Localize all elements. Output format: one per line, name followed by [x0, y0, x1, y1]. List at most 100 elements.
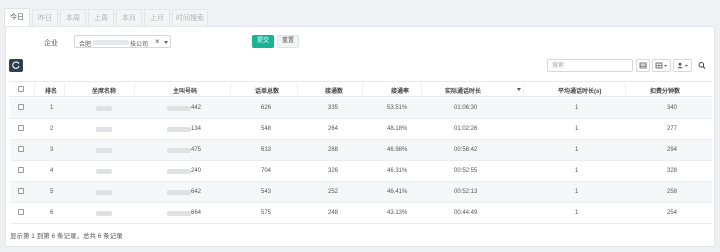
cell-connected: 252 [328, 189, 339, 195]
column-divider [421, 83, 422, 95]
main-panel: 企业 合肥 技公司 × 提交 重置 搜索 排名 坐席名称 主叫号码 话单总数 接… [5, 26, 715, 247]
cell-connected: 264 [328, 126, 339, 132]
cell-seat-redacted [96, 106, 112, 111]
chevron-down-icon[interactable] [164, 41, 168, 44]
cell-billing: 258 [667, 189, 678, 195]
columns-button[interactable] [652, 59, 671, 72]
cell-total: 626 [261, 105, 272, 111]
cell-caller-tail: 642 [191, 189, 202, 195]
tab-last-month[interactable]: 上月 [144, 9, 170, 26]
clear-icon[interactable]: × [155, 37, 160, 46]
cell-caller-redacted [167, 148, 191, 153]
cell-rank: 4 [50, 168, 54, 174]
table-row[interactable]: 2 134 548 264 48.18% 01:02:26 1 277 [10, 119, 712, 140]
refresh-icon [12, 61, 20, 69]
cell-caller-tail: 442 [191, 105, 202, 111]
cell-duration: 01:02:26 [454, 126, 478, 132]
header-billing-minutes[interactable]: 扣费分钟数 [650, 86, 680, 95]
table-row[interactable]: 4 240 704 326 46.31% 00:52:55 1 328 [10, 161, 712, 182]
refresh-button[interactable] [9, 59, 23, 72]
row-checkbox[interactable] [18, 104, 24, 110]
cell-total: 613 [261, 147, 272, 153]
company-value-prefix: 合肥 [79, 42, 92, 48]
row-checkbox[interactable] [18, 125, 24, 131]
cell-billing: 277 [667, 126, 678, 132]
table-row[interactable]: 6 664 575 248 43.13% 00:44:49 1 254 [10, 203, 712, 224]
header-avg-duration[interactable]: 平均通话时长(s) [558, 86, 601, 95]
tab-bar: 今日 昨日 本周 上周 本月 上月 时间搜索 [0, 0, 720, 26]
columns-icon [655, 62, 667, 69]
table-row[interactable]: 5 642 543 252 46.41% 00:52:13 1 258 [10, 182, 712, 203]
cell-duration: 01:06:30 [454, 105, 478, 111]
row-checkbox[interactable] [18, 167, 24, 173]
cell-total: 548 [261, 126, 272, 132]
header-caller-number[interactable]: 主叫号码 [173, 86, 197, 95]
row-checkbox[interactable] [18, 146, 24, 152]
cell-caller-redacted [167, 169, 191, 174]
cell-avg: 1 [575, 105, 579, 111]
export-button[interactable] [673, 59, 692, 72]
select-all-checkbox[interactable] [18, 86, 24, 92]
cell-connected: 288 [328, 147, 339, 153]
tab-this-week[interactable]: 本周 [60, 9, 86, 26]
cell-rank: 3 [50, 147, 54, 153]
row-checkbox[interactable] [18, 209, 24, 215]
cell-rank: 6 [50, 210, 54, 216]
cell-total: 543 [261, 189, 272, 195]
header-seat-name[interactable]: 坐席名称 [92, 86, 116, 95]
cell-caller-tail: 664 [191, 210, 202, 216]
row-checkbox[interactable] [18, 188, 24, 194]
list-view-icon [639, 62, 647, 69]
export-icon [677, 62, 688, 69]
table-header: 排名 坐席名称 主叫号码 话单总数 接通数 接通率 实际通话时长 平均通话时长(… [10, 81, 712, 97]
cell-caller-redacted [167, 106, 191, 111]
column-divider [362, 83, 363, 95]
reset-button[interactable]: 重置 [277, 35, 299, 48]
cell-rate: 46.31% [387, 168, 408, 174]
tab-last-week[interactable]: 上周 [88, 9, 114, 26]
company-label: 企业 [44, 40, 58, 47]
company-select[interactable]: 合肥 技公司 × [74, 35, 171, 48]
tab-time-search[interactable]: 时间搜索 [172, 9, 208, 26]
cell-avg: 1 [575, 189, 579, 195]
cell-seat-redacted [96, 127, 112, 132]
cell-duration: 00:52:55 [454, 168, 478, 174]
cell-total: 704 [261, 168, 272, 174]
cell-duration: 00:52:13 [454, 189, 478, 195]
tab-yesterday[interactable]: 昨日 [32, 9, 58, 26]
cell-seat-redacted [96, 148, 112, 153]
search-input[interactable] [547, 59, 633, 72]
cell-rate: 53.51% [387, 105, 408, 111]
list-view-button[interactable] [636, 59, 650, 72]
company-value-redacted [93, 40, 129, 45]
cell-connected: 335 [328, 105, 339, 111]
tab-today[interactable]: 今日 [4, 8, 30, 26]
cell-rank: 2 [50, 126, 54, 132]
cell-rate: 43.13% [387, 210, 408, 216]
header-connect-rate[interactable]: 接通率 [391, 86, 409, 95]
table-row[interactable]: 3 475 613 288 46.98% 00:56:42 1 294 [10, 140, 712, 161]
header-actual-duration[interactable]: 实际通话时长 [445, 86, 481, 95]
cell-rate: 46.41% [387, 189, 408, 195]
cell-rank: 1 [50, 105, 54, 111]
cell-caller-tail: 240 [191, 168, 202, 174]
cell-billing: 294 [667, 147, 678, 153]
cell-avg: 1 [575, 168, 579, 174]
column-divider [134, 83, 135, 95]
submit-button[interactable]: 提交 [252, 35, 274, 48]
cell-seat-redacted [96, 169, 112, 174]
column-divider [230, 83, 231, 95]
search-button[interactable] [695, 59, 709, 72]
cell-caller-tail: 475 [191, 147, 202, 153]
header-total-calls[interactable]: 话单总数 [255, 86, 279, 95]
cell-total: 575 [261, 210, 272, 216]
sort-down-icon[interactable] [517, 88, 521, 91]
cell-caller-tail: 134 [191, 126, 202, 132]
column-divider [34, 83, 35, 95]
pagination-summary: 显示第 1 到第 6 条记录，总共 6 条记录 [10, 233, 123, 240]
tab-this-month[interactable]: 本月 [116, 9, 142, 26]
table-row[interactable]: 1 442 626 335 53.51% 01:06:30 1 340 [10, 98, 712, 119]
header-connected[interactable]: 接通数 [325, 86, 343, 95]
cell-caller-redacted [167, 190, 191, 195]
header-rank[interactable]: 排名 [45, 86, 57, 95]
